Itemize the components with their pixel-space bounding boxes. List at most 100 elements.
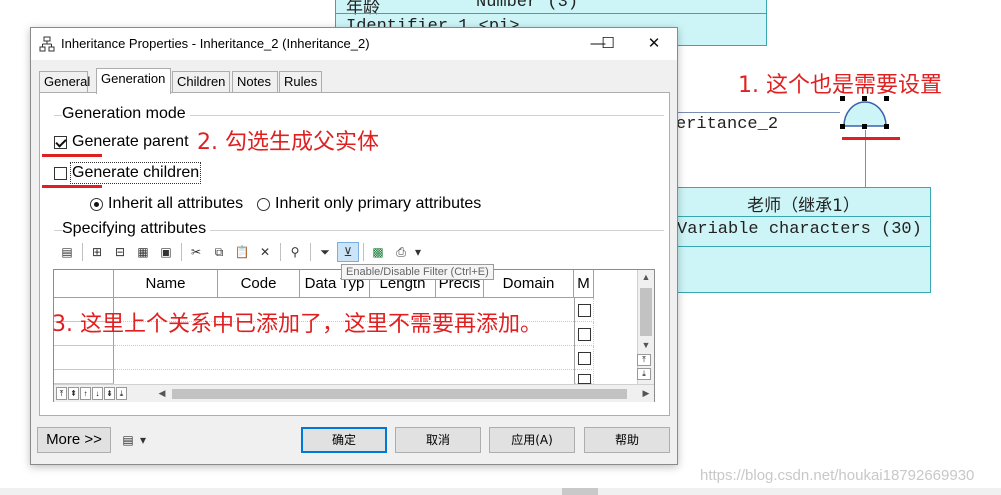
attr-name: 年龄 — [346, 0, 380, 18]
scroll-down-icon[interactable]: ▼ — [638, 340, 654, 350]
close-button[interactable]: ✕ — [640, 32, 668, 56]
delete-icon[interactable]: ✕ — [254, 242, 276, 262]
add-row-icon[interactable]: ⊞ — [86, 242, 108, 262]
entity-divider — [677, 246, 930, 247]
radio-unselected-icon[interactable] — [257, 197, 270, 211]
find-icon[interactable]: ⚲ — [284, 242, 306, 262]
generate-parent-checkbox[interactable]: Generate parent — [54, 133, 189, 151]
filter-icon[interactable]: ⏷ — [314, 242, 336, 262]
tab-generation[interactable]: Generation — [96, 68, 171, 94]
column-header-code[interactable]: Code — [218, 270, 300, 298]
move-page-up-icon[interactable]: ⇞ — [68, 387, 79, 400]
annotation-underline — [42, 154, 102, 157]
row-selector[interactable] — [54, 370, 114, 384]
watermark: https://blog.csdn.net/houkai18792669930 — [700, 467, 975, 484]
scroll-up-icon[interactable]: ▲ — [638, 272, 654, 282]
scroll-left-icon[interactable]: ◀ — [154, 388, 170, 399]
annotation-note-2: 2. 勾选生成父实体 — [197, 130, 379, 155]
horizontal-scroll-thumb[interactable] — [172, 389, 627, 399]
selection-handle[interactable] — [840, 124, 845, 129]
mandatory-checkbox[interactable] — [578, 328, 591, 341]
entity-title: 老师（继承1） — [747, 196, 860, 216]
toolbar-separator — [363, 243, 364, 261]
move-row-buttons: ⤒ ⇞ ↑ ↓ ⇟ ⤓ — [56, 387, 128, 400]
move-up-icon[interactable]: ↑ — [80, 387, 91, 400]
title-bar[interactable]: Inheritance Properties - Inheritance_2 (… — [31, 28, 677, 60]
scroll-top-icon[interactable]: ⤒ — [637, 354, 651, 366]
move-page-down-icon[interactable]: ⇟ — [104, 387, 115, 400]
inheritance-properties-dialog: Inheritance Properties - Inheritance_2 (… — [30, 27, 678, 465]
dialog-title: Inheritance Properties - Inheritance_2 (… — [61, 36, 370, 51]
scroll-thumb[interactable] — [640, 288, 652, 336]
mandatory-checkbox[interactable] — [578, 352, 591, 365]
selection-handle[interactable] — [884, 124, 889, 129]
chevron-down-icon[interactable]: ▾ — [413, 242, 423, 262]
enable-filter-icon[interactable]: ⊻ — [337, 242, 359, 262]
reuse-attributes-icon[interactable]: ▣ — [155, 242, 177, 262]
selection-handle[interactable] — [862, 124, 867, 129]
inherit-primary-label: Inherit only primary attributes — [275, 195, 482, 212]
mandatory-checkbox[interactable] — [578, 374, 591, 384]
tab-children[interactable]: Children — [172, 71, 230, 93]
chevron-down-icon[interactable]: ▾ — [137, 430, 149, 450]
generate-parent-label: Generate parent — [72, 133, 189, 150]
paste-icon[interactable]: 📋 — [231, 242, 253, 262]
cut-icon[interactable]: ✂ — [185, 242, 207, 262]
entity-teacher[interactable]: 老师（继承1） Variable characters (30) — [676, 187, 931, 293]
move-down-icon[interactable]: ↓ — [92, 387, 103, 400]
apply-button[interactable]: 应用(A) — [489, 427, 575, 453]
taskbar-strip — [0, 488, 1001, 495]
excel-export-icon[interactable]: ▩ — [367, 242, 389, 262]
ok-button[interactable]: 确定 — [301, 427, 387, 453]
generate-children-checkbox[interactable]: Generate children — [54, 162, 202, 184]
attr-row: Variable characters (30) — [677, 220, 922, 239]
annotation-underline — [42, 185, 102, 188]
horizontal-scrollbar[interactable]: ⤒ ⇞ ↑ ↓ ⇟ ⤓ ◀ ▶ — [54, 384, 654, 402]
scroll-right-icon[interactable]: ▶ — [638, 388, 654, 399]
tab-rules[interactable]: Rules — [279, 71, 322, 93]
annotation-underline — [842, 137, 900, 140]
list-options-icon[interactable]: ▤ — [117, 430, 139, 450]
tab-general[interactable]: General — [39, 71, 90, 93]
grid-corner[interactable] — [54, 270, 114, 298]
toolbar-separator — [280, 243, 281, 261]
inherit-all-radio[interactable]: Inherit all attributes — [90, 195, 243, 213]
column-header-mandatory[interactable]: M — [574, 270, 594, 298]
maximize-button[interactable]: ☐ — [594, 32, 622, 56]
inherit-primary-radio[interactable]: Inherit only primary attributes — [257, 195, 481, 213]
print-icon[interactable]: ⎙ — [390, 242, 412, 262]
column-header-name[interactable]: Name — [114, 270, 218, 298]
toolbar-separator — [181, 243, 182, 261]
table-row[interactable] — [114, 346, 594, 370]
toolbar-separator — [82, 243, 83, 261]
mandatory-checkbox[interactable] — [578, 304, 591, 317]
entity-divider — [677, 216, 930, 217]
tab-notes[interactable]: Notes — [232, 71, 278, 93]
copy-icon[interactable]: ⧉ — [208, 242, 230, 262]
taskbar-strip-segment — [562, 488, 598, 495]
checkbox-checked-icon[interactable] — [54, 135, 67, 149]
annotation-note-3: 3. 这里上个关系中已添加了，这里不需要再添加。 — [52, 312, 542, 337]
insert-row-icon[interactable]: ⊟ — [109, 242, 131, 262]
help-button[interactable]: 帮助 — [584, 427, 670, 453]
inherit-all-label: Inherit all attributes — [108, 195, 244, 212]
row-selector[interactable] — [54, 346, 114, 370]
inheritance-app-icon — [39, 36, 55, 52]
scroll-bottom-icon[interactable]: ⤓ — [637, 368, 651, 380]
radio-selected-icon[interactable] — [90, 197, 103, 211]
row-nav-buttons: ⤒ ⤓ — [637, 354, 653, 382]
add-attributes-icon[interactable]: ▦ — [132, 242, 154, 262]
cancel-button[interactable]: 取消 — [395, 427, 481, 453]
checkbox-unchecked-icon[interactable] — [54, 166, 67, 180]
generate-children-label: Generate children — [69, 162, 202, 184]
attributes-toolbar: ▤ ⊞ ⊟ ▦ ▣ ✂ ⧉ 📋 ✕ ⚲ ⏷ ⊻ ▩ ⎙ ▾ — [56, 241, 424, 263]
properties-icon[interactable]: ▤ — [56, 242, 78, 262]
filter-tooltip: Enable/Disable Filter (Ctrl+E) — [341, 264, 494, 280]
move-bottom-icon[interactable]: ⤓ — [116, 387, 127, 400]
move-top-icon[interactable]: ⤒ — [56, 387, 67, 400]
toolbar-separator — [310, 243, 311, 261]
entity-divider — [336, 13, 766, 14]
more-button[interactable]: More >> — [37, 427, 111, 453]
column-header-domain[interactable]: Domain — [484, 270, 574, 298]
inheritance-link-line — [676, 112, 840, 113]
